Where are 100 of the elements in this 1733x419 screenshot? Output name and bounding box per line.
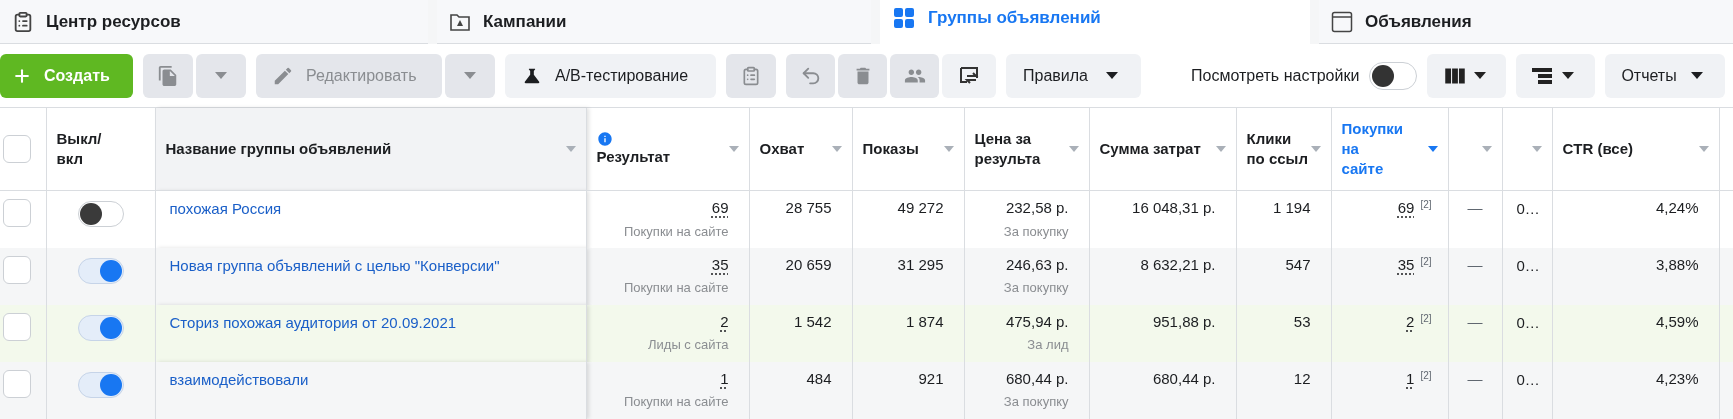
row-checkbox[interactable] xyxy=(3,199,31,227)
cell-caption: Лиды с сайта xyxy=(648,336,729,354)
sort-caret-icon xyxy=(1215,146,1226,152)
sort-caret-icon xyxy=(943,146,954,152)
column-header[interactable]: Показы xyxy=(862,139,919,159)
rules-button[interactable]: Правила xyxy=(1006,53,1141,98)
cell-caption: За покупку xyxy=(1003,222,1069,241)
table-cell-text: 4,24% xyxy=(1655,198,1699,218)
row-checkbox[interactable] xyxy=(3,312,31,341)
table-cell-text: 28 755 xyxy=(785,198,832,218)
cell-caption: За покупку xyxy=(1003,393,1069,411)
row-toggle[interactable] xyxy=(77,201,124,227)
table-cell-text: — xyxy=(1467,198,1483,218)
table-cell-text: 31 295 xyxy=(897,254,944,275)
footnote-mark: [2] xyxy=(1420,368,1432,383)
table-row[interactable]: Новая группа объявлений с целью "Конверсии" 35 Покупки на сайте 20 659 31 295 246,63 р. За покупку 8 632,21 р. 547 35 [2] — 0… 3,88% xyxy=(0,247,1733,305)
table-cell-text: 8 632,21 р. xyxy=(1140,254,1216,275)
ad-set-link[interactable]: похожая Россия xyxy=(169,200,282,217)
table-cell-text: — xyxy=(1467,311,1483,332)
sort-caret-icon xyxy=(1427,146,1438,152)
table-cell: 0… xyxy=(1516,313,1540,331)
purchases-value[interactable]: 69 xyxy=(1397,197,1415,220)
table-cell-text: 1 874 xyxy=(905,311,944,332)
column-header[interactable]: Цена за результа xyxy=(974,129,1055,169)
sort-caret-icon xyxy=(831,146,842,152)
purchases-value[interactable]: 2 xyxy=(1406,310,1415,333)
table-cell-text: 4,59% xyxy=(1655,311,1699,332)
ad-set-link[interactable]: Новая группа объявлений с целью "Конверсии" xyxy=(169,256,500,274)
result-value[interactable]: 2 xyxy=(720,310,729,333)
window-icon xyxy=(1331,10,1353,33)
caret-icon xyxy=(1473,72,1486,79)
column-header[interactable]: Название группы объявлений xyxy=(165,139,392,159)
table-cell-text: 475,94 р. xyxy=(1005,311,1069,332)
ad-set-link[interactable]: взаимодействовали xyxy=(169,370,309,388)
table-cell-text: 20 659 xyxy=(785,254,832,275)
cell-caption: Покупки на сайте xyxy=(623,279,729,297)
table-cell-text: 680,44 р. xyxy=(1005,368,1069,389)
table-cell-text: 3,88% xyxy=(1655,254,1699,275)
column-header[interactable]: Покупки на сайте xyxy=(1341,119,1404,179)
result-value[interactable]: 69 xyxy=(711,197,729,220)
table-cell-text: 12 xyxy=(1293,368,1311,389)
caret-icon xyxy=(215,72,227,79)
footnote-mark: [2] xyxy=(1420,311,1432,326)
sort-caret-icon xyxy=(565,146,576,152)
table-cell-text: 53 xyxy=(1293,311,1311,332)
sort-caret-icon xyxy=(1310,146,1321,152)
info-icon xyxy=(596,131,613,147)
row-checkbox[interactable] xyxy=(3,369,31,398)
result-value[interactable]: 1 xyxy=(720,367,729,390)
table-cell-text: 4,23% xyxy=(1655,368,1699,389)
column-header[interactable]: Результат xyxy=(596,147,671,167)
row-toggle[interactable] xyxy=(77,371,124,398)
column-header[interactable]: Выкл/ вкл xyxy=(56,129,117,169)
table-row[interactable]: похожая Россия 69 Покупки на сайте 28 755 49 272 232,58 р. За покупку 16 048,31 р. 1 194 69 [2] — 0… 4,24% xyxy=(0,190,1733,248)
ab-test-button[interactable]: A/B-тестирование xyxy=(505,53,716,98)
table-cell-text: 232,58 р. xyxy=(1005,198,1069,218)
breakdown-button[interactable] xyxy=(1516,53,1596,98)
row-checkbox[interactable] xyxy=(3,255,31,284)
sort-caret-icon xyxy=(1068,146,1079,152)
column-header[interactable]: Сумма затрат xyxy=(1099,139,1201,159)
caret-icon xyxy=(464,72,476,79)
cell-caption: За лид xyxy=(1027,336,1069,354)
select-all-checkbox[interactable] xyxy=(3,135,31,163)
table-cell-text: 1 542 xyxy=(793,311,832,332)
row-toggle[interactable] xyxy=(77,257,124,284)
clipboard-icon xyxy=(12,10,34,33)
row-toggle[interactable] xyxy=(77,314,124,341)
column-header[interactable]: Клики по ссыл xyxy=(1246,129,1309,169)
table-cell: 0… xyxy=(1516,256,1540,274)
table-cell: 0… xyxy=(1516,370,1540,388)
table-cell-text: 16 048,31 р. xyxy=(1132,198,1216,218)
swap-button[interactable] xyxy=(942,53,996,98)
result-value[interactable]: 35 xyxy=(711,253,729,276)
tab[interactable]: Группы объявлений xyxy=(880,0,1310,44)
table-cell-text: 484 xyxy=(806,368,832,389)
purchases-value[interactable]: 35 xyxy=(1397,253,1415,276)
table-cell-text: 547 xyxy=(1285,254,1311,275)
view-settings-switch[interactable] xyxy=(1369,61,1418,90)
ad-set-link[interactable]: Сториз похожая аудитория от 20.09.2021 xyxy=(169,313,457,331)
footnote-mark: [2] xyxy=(1420,198,1432,212)
table-cell-text: 921 xyxy=(918,368,944,389)
table-cell-text: — xyxy=(1467,368,1483,389)
table-cell-text: 49 272 xyxy=(897,198,944,218)
footnote-mark: [2] xyxy=(1420,254,1432,269)
caret-icon xyxy=(1106,72,1118,79)
table-cell-text: 680,44 р. xyxy=(1152,368,1216,389)
table-row[interactable]: взаимодействовали 1 Покупки на сайте 484 921 680,44 р. За покупку 680,44 р. 12 1 [2] — 0… 4,23% xyxy=(0,361,1733,419)
columns-button[interactable] xyxy=(1427,53,1507,98)
breakdown-icon xyxy=(1531,67,1552,84)
sort-caret-icon xyxy=(728,146,739,152)
column-header[interactable]: Охват xyxy=(759,139,805,159)
table-cell-text: — xyxy=(1467,254,1483,275)
table-cell-text: 1 194 xyxy=(1272,198,1311,218)
purchases-value[interactable]: 1 xyxy=(1406,367,1415,390)
caret-icon xyxy=(1690,72,1703,79)
table-row[interactable]: Сториз похожая аудитория от 20.09.2021 2 Лиды с сайта 1 542 1 874 475,94 р. За лид 951,88 р. 53 2 [2] — 0… 4,59% xyxy=(0,304,1733,362)
table-cell-text: 951,88 р. xyxy=(1152,311,1216,332)
table-cell: 0… xyxy=(1516,200,1540,217)
column-header[interactable]: CTR (все) xyxy=(1562,139,1634,159)
reports-button[interactable]: Отчеты xyxy=(1605,53,1726,98)
